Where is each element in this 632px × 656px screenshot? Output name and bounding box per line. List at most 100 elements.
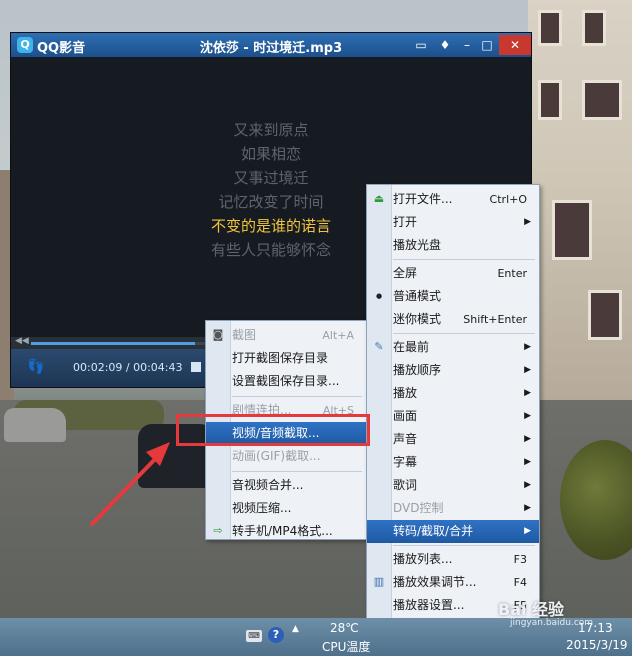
menu-item-label: 视频压缩... (232, 501, 292, 515)
equalizer-icon: ▥ (373, 575, 385, 588)
menu-item[interactable]: ⇨ 转手机/MP4格式... (206, 520, 366, 543)
menu-item-highlighted[interactable]: 转码/截取/合并 ▶ (367, 520, 539, 543)
close-button[interactable]: ✕ (499, 35, 531, 55)
menu-item-label: 打开 (393, 215, 418, 229)
menu-item-shortcut: Alt+A (322, 329, 354, 342)
menu-item-label: 动画(GIF)截取... (232, 449, 321, 463)
submenu-arrow-icon: ▶ (524, 365, 531, 375)
menu-item-label: 打开截图保存目录 (232, 351, 329, 365)
menu-item[interactable]: ▥ 播放效果调节... F4 (367, 571, 539, 594)
menu-item-label: 在最前 (393, 340, 430, 354)
menu-separator (393, 333, 535, 334)
stop-button[interactable] (191, 362, 201, 372)
menu-item-label: 设置截图保存目录... (232, 374, 340, 388)
menu-item[interactable]: ✎ 在最前 ▶ (367, 336, 539, 359)
parked-car-silver (4, 408, 66, 442)
menu-item[interactable]: 播放 ▶ (367, 382, 539, 405)
cpu-temperature: 28℃ (330, 621, 359, 635)
menu-item[interactable]: 画面 ▶ (367, 405, 539, 428)
keyboard-icon[interactable]: ⌨ (246, 630, 262, 642)
menu-item-label: 转码/截取/合并 (393, 524, 474, 538)
maximize-button[interactable]: □ (477, 35, 497, 55)
menu-item[interactable]: 迷你模式 Shift+Enter (367, 308, 539, 331)
menu-item[interactable]: 设置截图保存目录... (206, 370, 366, 393)
menu-item-label: 普通模式 (393, 289, 442, 303)
menu-item-label: 播放 (393, 386, 418, 400)
menu-item-label: 声音 (393, 432, 418, 446)
minimize-button[interactable]: – (457, 35, 477, 55)
menu-item-label: 全屏 (393, 266, 418, 280)
submenu-arrow-icon: ▶ (524, 457, 531, 467)
chat-icon[interactable]: ▭ (411, 35, 431, 55)
menu-item-label: 播放列表... (393, 552, 453, 566)
watermark-url: jingyan.baidu.com (510, 618, 594, 628)
menu-item[interactable]: 音视频合并... (206, 474, 366, 497)
submenu-arrow-icon: ▶ (524, 526, 531, 536)
menu-item-label: 转手机/MP4格式... (232, 524, 333, 538)
menu-item-shortcut: Enter (497, 267, 527, 280)
cpu-temperature-label: CPU温度 (322, 640, 371, 654)
menu-item-label: 播放效果调节... (393, 575, 477, 589)
menu-item-shortcut: F3 (513, 553, 527, 566)
menu-separator (232, 396, 362, 397)
tray-expand-icon[interactable]: ▲ (292, 624, 299, 634)
menu-item[interactable]: 歌词 ▶ (367, 474, 539, 497)
menu-item[interactable]: 播放光盘 (367, 234, 539, 257)
menu-item-label: 音视频合并... (232, 478, 304, 492)
skin-icon[interactable]: ♦ (435, 35, 455, 55)
menu-item-label: 字幕 (393, 455, 418, 469)
menu-item[interactable]: ⏏ 打开文件... Ctrl+O (367, 188, 539, 211)
menu-item-label: 画面 (393, 409, 418, 423)
rewind-icon[interactable]: ◀◀ (15, 336, 29, 346)
footprint-icon[interactable]: 👣 (27, 359, 44, 375)
convert-icon: ⇨ (213, 524, 223, 537)
submenu-arrow-icon: ▶ (524, 388, 531, 398)
eject-icon: ⏏ (373, 192, 385, 205)
menu-item-label: 播放器设置... (393, 598, 465, 612)
menu-item[interactable]: 声音 ▶ (367, 428, 539, 451)
seek-progress (31, 342, 195, 345)
context-menu: ⏏ 打开文件... Ctrl+O 打开 ▶ 播放光盘全屏 Enter ● 普通模式迷你模式 Shi… (366, 184, 540, 640)
submenu-arrow-icon: ▶ (524, 480, 531, 490)
submenu-arrow-icon: ▶ (524, 342, 531, 352)
camera-icon: ◙ (212, 328, 224, 341)
title-bar[interactable]: Q QQ影音 沈依莎 - 时过境迁.mp3 ▭ ♦ – □ ✕ (11, 33, 531, 57)
menu-separator (393, 545, 535, 546)
menu-item[interactable]: 播放顺序 ▶ (367, 359, 539, 382)
radio-bullet-icon: ● (375, 292, 383, 300)
menu-item-shortcut: F4 (513, 576, 527, 589)
menu-item-label: 打开文件... (393, 192, 453, 206)
playback-time: 00:02:09 / 00:04:43 (73, 361, 183, 374)
annotation-highlight-box (176, 414, 370, 446)
pin-icon: ✎ (374, 340, 384, 353)
submenu-arrow-icon: ▶ (524, 217, 531, 227)
menu-item[interactable]: 打开 ▶ (367, 211, 539, 234)
menu-item[interactable]: 字幕 ▶ (367, 451, 539, 474)
menu-item[interactable]: 视频压缩... (206, 497, 366, 520)
menu-item-label: DVD控制 (393, 501, 444, 515)
menu-item-label: 歌词 (393, 478, 418, 492)
submenu-arrow-icon: ▶ (524, 503, 531, 513)
lyric-line: 如果相恋 (240, 145, 301, 163)
menu-item-label: 播放顺序 (393, 363, 442, 377)
menu-item[interactable]: ● 普通模式 (367, 285, 539, 308)
menu-item: DVD控制 ▶ (367, 497, 539, 520)
menu-item-label: 迷你模式 (393, 312, 442, 326)
menu-separator (232, 471, 362, 472)
lyric-line: 又来到原点 (233, 121, 309, 139)
submenu-arrow-icon: ▶ (524, 434, 531, 444)
submenu-arrow-icon: ▶ (524, 411, 531, 421)
menu-item[interactable]: 打开截图保存目录 (206, 347, 366, 370)
menu-item-shortcut: Ctrl+O (489, 193, 527, 206)
help-icon[interactable]: ? (268, 627, 284, 643)
clock-date[interactable]: 2015/3/19 (566, 638, 628, 652)
menu-item[interactable]: 全屏 Enter (367, 262, 539, 285)
menu-separator (393, 259, 535, 260)
menu-item: 动画(GIF)截取... (206, 445, 366, 468)
menu-item: ◙ 截图 Alt+A (206, 324, 366, 347)
menu-item-shortcut: Shift+Enter (463, 313, 527, 326)
menu-item[interactable]: 播放列表... F3 (367, 548, 539, 571)
baidu-jingyan-watermark: Bai 经验 (498, 600, 565, 619)
menu-item-label: 播放光盘 (393, 238, 442, 252)
menu-item-label: 截图 (232, 328, 257, 342)
